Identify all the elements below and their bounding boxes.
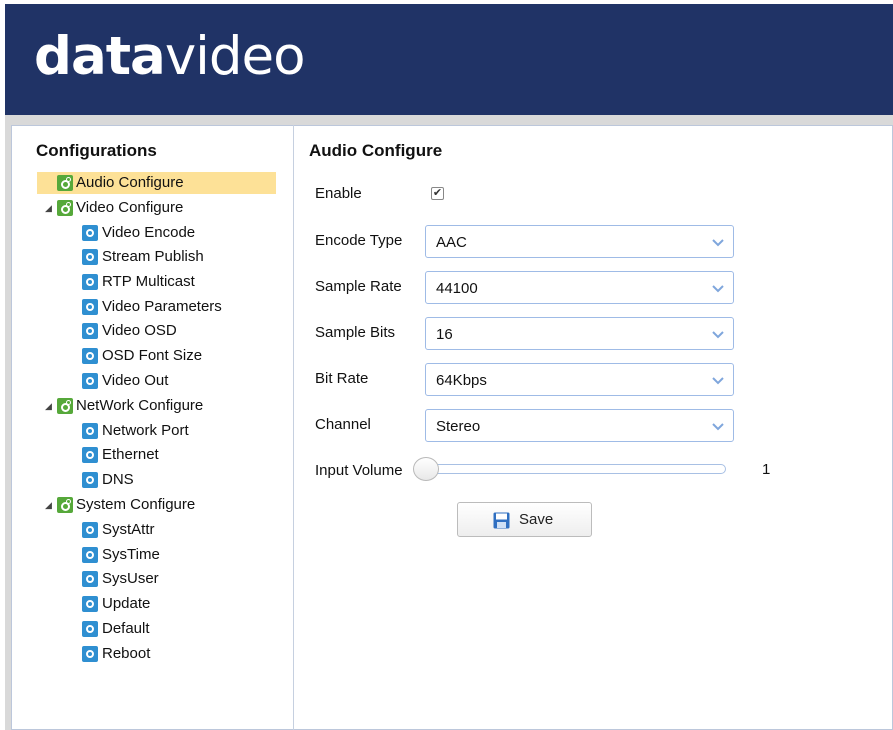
sample-bits-select[interactable]: 16 (425, 317, 734, 350)
gear-icon (82, 225, 98, 242)
sidebar-item-video-encode[interactable]: Video Encode (82, 222, 195, 244)
panel-divider (293, 125, 294, 730)
floppy-disk-icon (493, 512, 510, 529)
chevron-down-icon (712, 331, 724, 339)
sidebar-item-systattr[interactable]: SystAttr (82, 519, 155, 541)
sidebar-item-sysuser[interactable]: SysUser (82, 568, 159, 590)
encode-type-select[interactable]: AAC (425, 225, 734, 258)
config-gear-icon (57, 497, 73, 514)
config-gear-icon (57, 398, 73, 415)
channel-label: Channel (315, 416, 371, 433)
gear-icon (82, 373, 98, 390)
input-volume-label: Input Volume (315, 462, 403, 479)
sidebar-item-label: Video Parameters (102, 298, 222, 316)
sidebar-item-label: RTP Multicast (102, 273, 195, 291)
gear-icon (82, 348, 98, 365)
sample-rate-value: 44100 (436, 280, 478, 297)
gear-icon (82, 274, 98, 291)
sidebar-item-default[interactable]: Default (82, 618, 150, 640)
save-button-label: Save (519, 511, 554, 528)
chevron-down-icon (712, 423, 724, 431)
sidebar-title: Configurations (36, 141, 157, 160)
enable-checkbox[interactable]: ✔ (431, 187, 444, 200)
bit-rate-label: Bit Rate (315, 370, 369, 387)
sidebar-item-video-configure[interactable]: Video Configure (57, 197, 183, 219)
sidebar-item-label: DNS (102, 471, 134, 489)
channel-value: Stereo (436, 418, 481, 435)
gear-icon (82, 571, 98, 588)
sidebar-item-label: Default (102, 620, 150, 638)
sidebar-item-label: Audio Configure (76, 174, 184, 192)
bit-rate-value: 64Kbps (436, 372, 487, 389)
sidebar-item-label: Network Port (102, 422, 189, 440)
expand-arrow-icon[interactable]: ◢ (45, 197, 52, 219)
datavideo-logo: datavideo (34, 30, 306, 83)
app-header: datavideo (5, 0, 893, 115)
save-button[interactable]: Save (457, 502, 592, 537)
input-volume-slider-handle[interactable] (413, 457, 439, 481)
sidebar-item-video-out[interactable]: Video Out (82, 370, 168, 392)
logo-bold-part: data (34, 26, 166, 87)
sidebar-item-reboot[interactable]: Reboot (82, 643, 150, 665)
sidebar-item-audio-configure[interactable]: Audio Configure (37, 172, 276, 194)
sidebar-item-label: OSD Font Size (102, 347, 203, 365)
sidebar-item-video-osd[interactable]: Video OSD (82, 320, 177, 342)
gear-icon (82, 249, 98, 266)
sidebar-item-update[interactable]: Update (82, 593, 150, 615)
expand-arrow-icon[interactable]: ◢ (45, 494, 52, 516)
config-gear-icon (57, 200, 73, 217)
sidebar-item-ethernet[interactable]: Ethernet (82, 444, 159, 466)
enable-label: Enable (315, 185, 362, 202)
page-title: Audio Configure (309, 141, 443, 160)
sidebar-item-network-port[interactable]: Network Port (82, 420, 189, 442)
sidebar-item-label: Stream Publish (102, 248, 204, 266)
gear-icon (82, 472, 98, 489)
bit-rate-select[interactable]: 64Kbps (425, 363, 734, 396)
chevron-down-icon (712, 285, 724, 293)
sidebar-item-label: Update (102, 595, 151, 613)
sidebar-item-rtp-multicast[interactable]: RTP Multicast (82, 271, 195, 293)
sidebar-item-label: Video Encode (102, 224, 196, 242)
gear-icon (82, 323, 98, 340)
channel-select[interactable]: Stereo (425, 409, 734, 442)
sidebar-item-network-configure[interactable]: NetWork Configure (57, 395, 203, 417)
encode-type-value: AAC (436, 234, 467, 251)
sidebar-item-label: System Configure (76, 496, 196, 514)
sidebar-item-label: NetWork Configure (76, 397, 204, 415)
sidebar-item-label: Ethernet (102, 446, 159, 464)
sidebar-item-dns[interactable]: DNS (82, 469, 134, 491)
sidebar-item-label: SystAttr (102, 521, 155, 539)
gear-icon (82, 596, 98, 613)
gear-icon (82, 522, 98, 539)
sample-rate-select[interactable]: 44100 (425, 271, 734, 304)
sidebar-item-label: SysTime (102, 546, 160, 564)
sidebar-item-stream-publish[interactable]: Stream Publish (82, 246, 204, 268)
chevron-down-icon (712, 239, 724, 247)
gear-icon (82, 423, 98, 440)
sidebar-item-label: Video Configure (76, 199, 184, 217)
gear-icon (82, 547, 98, 564)
sample-rate-label: Sample Rate (315, 278, 402, 295)
sidebar-item-label: SysUser (102, 570, 159, 588)
sidebar-item-osd-font-size[interactable]: OSD Font Size (82, 345, 202, 367)
gear-icon (82, 621, 98, 638)
sidebar-item-systime[interactable]: SysTime (82, 544, 160, 566)
sidebar-item-label: Video OSD (102, 322, 177, 340)
gear-icon (82, 646, 98, 663)
sidebar-item-video-parameters[interactable]: Video Parameters (82, 296, 222, 318)
sidebar-item-label: Video Out (102, 372, 169, 390)
sample-bits-value: 16 (436, 326, 453, 343)
logo-thin-part: video (164, 26, 306, 87)
config-gear-icon (57, 175, 73, 192)
chevron-down-icon (712, 377, 724, 385)
encode-type-label: Encode Type (315, 232, 403, 249)
gear-icon (82, 299, 98, 316)
sidebar-item-label: Reboot (102, 645, 151, 663)
sample-bits-label: Sample Bits (315, 324, 396, 341)
gear-icon (82, 447, 98, 464)
expand-arrow-icon[interactable]: ◢ (45, 395, 52, 417)
sidebar-item-system-configure[interactable]: System Configure (57, 494, 195, 516)
input-volume-value: 1 (762, 461, 771, 478)
input-volume-slider[interactable] (418, 464, 726, 474)
